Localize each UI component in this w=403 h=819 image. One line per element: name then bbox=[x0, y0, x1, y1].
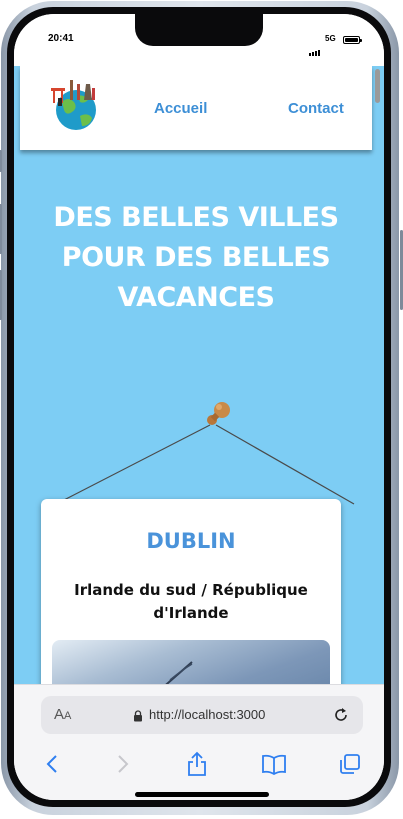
mute-switch bbox=[0, 150, 2, 172]
text-size-small: A bbox=[64, 710, 72, 722]
site-navbar: Accueil Contact bbox=[20, 66, 372, 150]
forward-icon bbox=[118, 755, 129, 773]
forward-button[interactable] bbox=[109, 751, 137, 777]
lock-icon bbox=[134, 710, 142, 722]
url-text[interactable]: http://localhost:3000 bbox=[149, 707, 265, 722]
share-button[interactable] bbox=[183, 751, 211, 777]
battery-icon bbox=[343, 36, 362, 44]
address-bar[interactable]: AA http://localhost:3000 bbox=[41, 696, 363, 734]
home-indicator bbox=[135, 792, 269, 797]
card-title: DUBLIN bbox=[146, 529, 236, 553]
status-bar: 20:41 5G bbox=[14, 14, 384, 66]
share-icon bbox=[188, 751, 206, 776]
text-size-button[interactable]: AA bbox=[54, 706, 71, 723]
nav-link-accueil[interactable]: Accueil bbox=[154, 100, 207, 117]
globe-landmarks-logo[interactable] bbox=[46, 76, 102, 134]
phone-screen: 20:41 5G DES BELLES VILLES POUR DES BELL… bbox=[14, 14, 384, 800]
safari-bottom-bar: AA http://localhost:3000 bbox=[14, 684, 384, 800]
tabs-button[interactable] bbox=[336, 751, 364, 777]
left-string bbox=[63, 424, 211, 501]
card-subtitle: Irlande du sud / République d'Irlande bbox=[74, 581, 308, 622]
photo-lines bbox=[165, 661, 193, 684]
web-viewport[interactable]: DES BELLES VILLES POUR DES BELLES VACANC… bbox=[14, 66, 384, 684]
bookmarks-icon bbox=[262, 754, 286, 775]
text-size-large: A bbox=[54, 706, 65, 723]
city-card[interactable]: DUBLIN Irlande du sud / République d'Irl… bbox=[41, 499, 341, 684]
pushpin-icon bbox=[207, 402, 230, 425]
signal-icon bbox=[309, 37, 321, 56]
bookmarks-button[interactable] bbox=[260, 751, 288, 777]
right-string bbox=[215, 424, 355, 505]
reload-icon[interactable] bbox=[331, 705, 351, 725]
volume-up-button bbox=[0, 204, 2, 254]
back-button[interactable] bbox=[38, 751, 66, 777]
back-icon bbox=[46, 755, 57, 773]
notch bbox=[135, 14, 263, 46]
tabs-icon bbox=[340, 754, 360, 774]
volume-down-button bbox=[0, 270, 2, 320]
vertical-scrollbar[interactable] bbox=[375, 69, 380, 103]
nav-link-contact[interactable]: Contact bbox=[288, 100, 344, 117]
status-time: 20:41 bbox=[48, 33, 74, 44]
dublin-photo bbox=[52, 640, 330, 684]
network-label: 5G bbox=[325, 34, 336, 43]
